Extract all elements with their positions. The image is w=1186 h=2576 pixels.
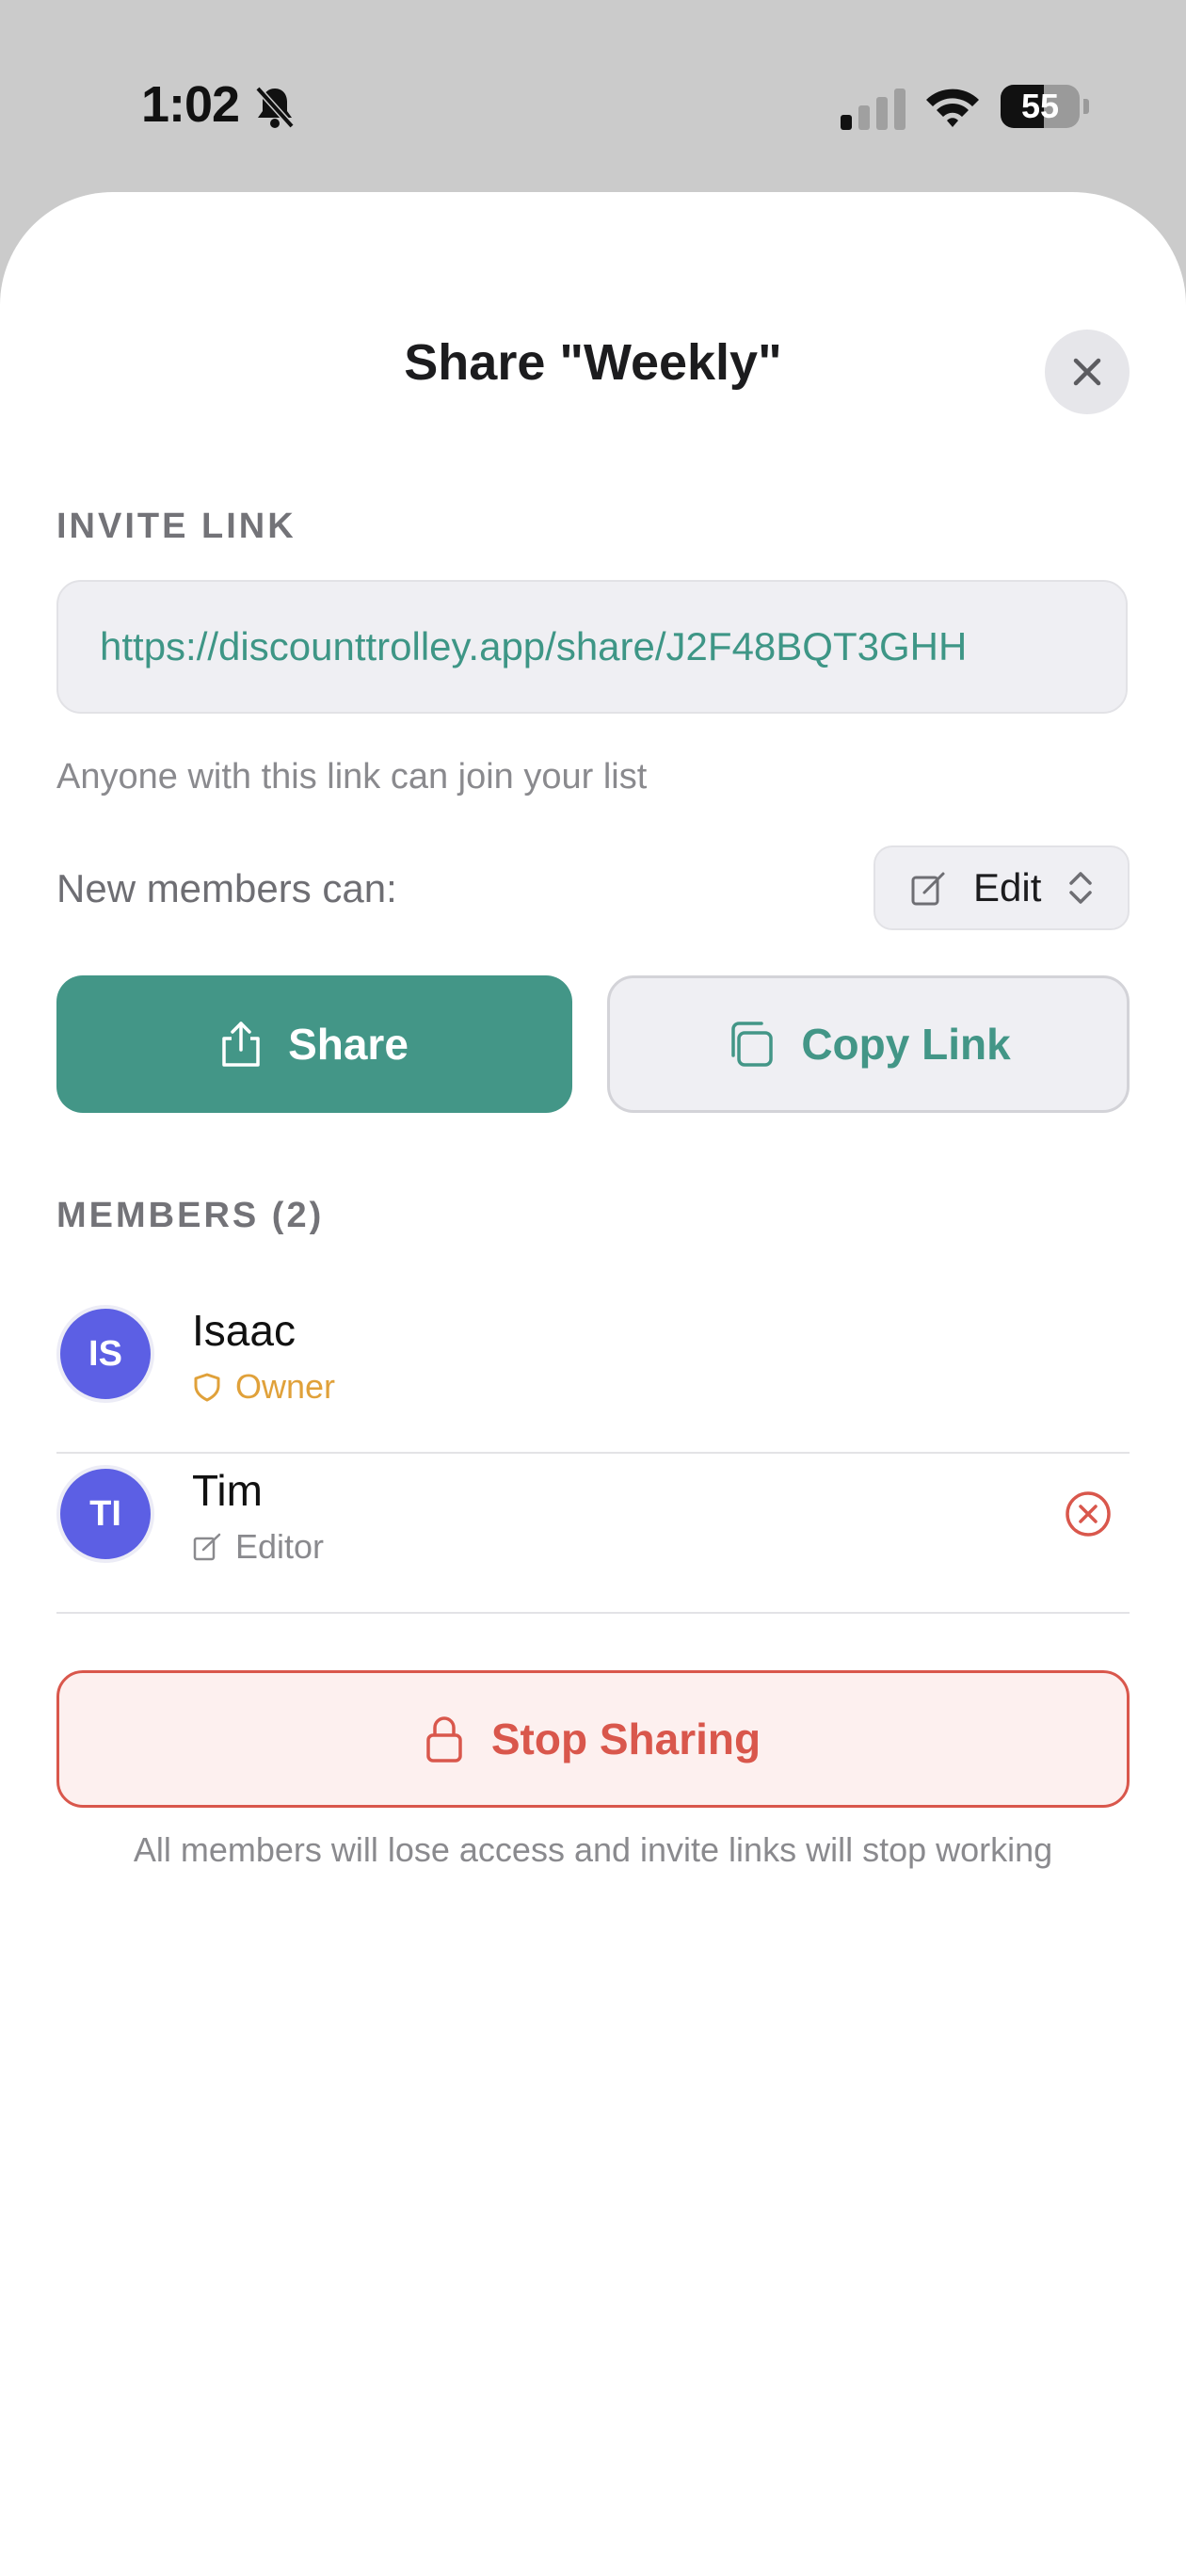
- bell-slash-icon: [255, 86, 295, 129]
- battery-indicator: 55: [1001, 85, 1089, 130]
- member-role: Editor: [192, 1527, 324, 1567]
- stop-sharing-footnote: All members will lose access and invite …: [133, 1830, 1053, 1869]
- member-name: Isaac: [192, 1306, 296, 1355]
- stop-sharing-button[interactable]: Stop Sharing: [56, 1670, 1130, 1808]
- invite-link-hint: Anyone with this link can join your list: [56, 757, 648, 797]
- edit-icon: [193, 1533, 221, 1561]
- invite-link-field[interactable]: https://discounttrolley.app/share/J2F48B…: [56, 580, 1128, 714]
- invite-link-url[interactable]: https://discounttrolley.app/share/J2F48B…: [100, 582, 967, 712]
- share-button-label: Share: [288, 1020, 409, 1069]
- remove-member-icon[interactable]: [1064, 1489, 1113, 1538]
- member-role-label: Owner: [235, 1367, 336, 1406]
- copy-icon: [731, 1022, 774, 1067]
- wifi-icon: [926, 89, 979, 127]
- share-icon: [222, 1022, 260, 1067]
- permission-select[interactable]: Edit: [873, 845, 1130, 930]
- cellular-signal-icon: [841, 89, 906, 130]
- share-button[interactable]: Share: [56, 975, 572, 1113]
- avatar: TI: [56, 1465, 154, 1563]
- sheet-title: Share "Weekly": [404, 334, 782, 391]
- close-button[interactable]: [1045, 330, 1130, 414]
- status-time: 1:02: [141, 76, 240, 133]
- copy-link-button[interactable]: Copy Link: [607, 975, 1130, 1113]
- member-role-label: Editor: [235, 1527, 325, 1566]
- invite-link-heading: INVITE LINK: [56, 507, 296, 546]
- member-row: IS Isaac Owner: [56, 1294, 1130, 1454]
- shield-icon: [194, 1373, 220, 1402]
- members-heading: MEMBERS (2): [56, 1196, 325, 1235]
- permission-label: New members can:: [56, 866, 397, 910]
- edit-icon: [911, 872, 945, 906]
- status-bar: 1:02 55: [0, 0, 1186, 188]
- chevron-up-down-icon: [1069, 872, 1092, 904]
- battery-level: 55: [1020, 87, 1060, 125]
- member-row: TI Tim Editor: [56, 1454, 1130, 1614]
- member-role: Owner: [192, 1367, 335, 1407]
- avatar: IS: [56, 1305, 154, 1403]
- member-name: Tim: [192, 1466, 263, 1515]
- lock-icon: [426, 1716, 462, 1763]
- permission-value: Edit: [973, 865, 1042, 910]
- close-icon: [1073, 358, 1101, 386]
- copy-link-button-label: Copy Link: [801, 1020, 1011, 1069]
- stop-sharing-label: Stop Sharing: [490, 1715, 761, 1763]
- share-sheet: Share "Weekly" INVITE LINK https://disco…: [0, 192, 1186, 2576]
